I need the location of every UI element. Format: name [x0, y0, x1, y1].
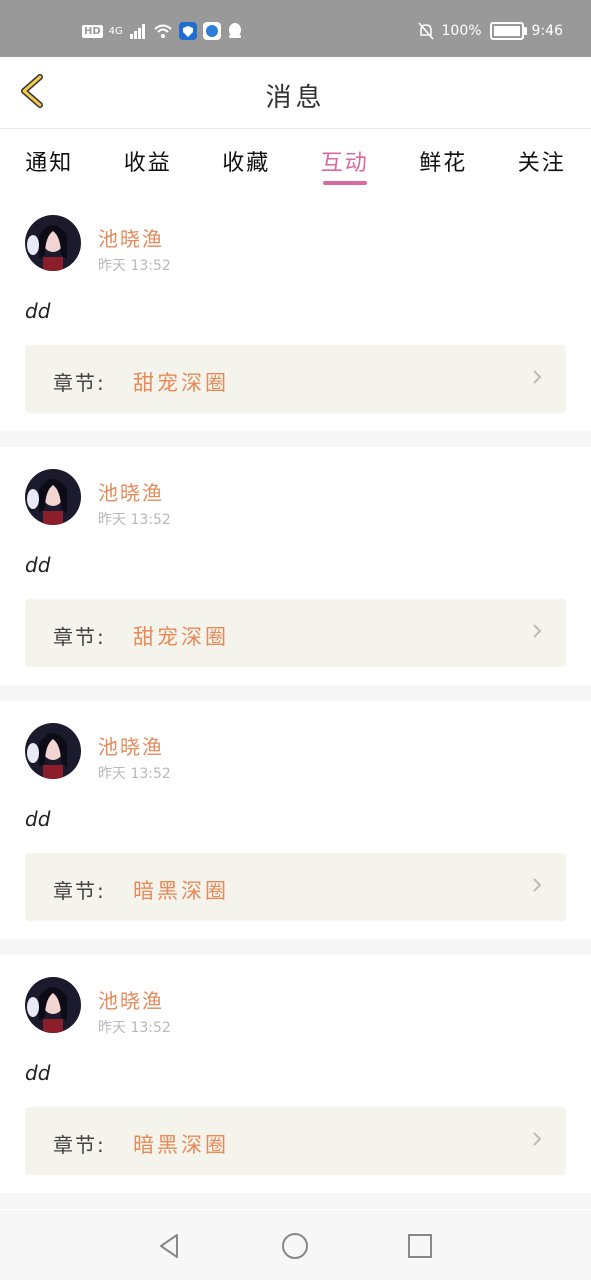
- status-bar: HD 4G 100% 9:46: [0, 0, 591, 57]
- tab-follow[interactable]: 关注: [493, 129, 591, 193]
- status-icons-right: 100% 9:46: [417, 22, 563, 40]
- top-header: 消息: [0, 57, 591, 129]
- avatar[interactable]: [25, 723, 81, 779]
- message-list: 池晓渔 昨天 13:52 dd 章节: 甜宠深圈 池晓渔 昨天 13:52 dd: [0, 193, 591, 1209]
- chapter-link[interactable]: 章节: 暗黑深圈: [25, 1107, 566, 1175]
- timestamp: 昨天 13:52: [98, 766, 171, 782]
- chevron-right-icon: [533, 624, 542, 638]
- message-text: dd: [25, 807, 51, 831]
- chevron-right-icon: [533, 1132, 542, 1146]
- tab-notify[interactable]: 通知: [0, 129, 99, 193]
- message-card: 池晓渔 昨天 13:52 dd 章节: 甜宠深圈: [0, 193, 591, 431]
- chapter-title: 甜宠深圈: [133, 371, 229, 395]
- card-separator: [0, 1193, 591, 1209]
- card-separator: [0, 939, 591, 955]
- timestamp: 昨天 13:52: [98, 258, 171, 274]
- timestamp: 昨天 13:52: [98, 1020, 171, 1036]
- chapter-label: 章节:: [53, 371, 106, 395]
- card-separator: [0, 431, 591, 447]
- nav-recents-icon[interactable]: [406, 1232, 434, 1260]
- tab-earnings[interactable]: 收益: [99, 129, 198, 193]
- clock: 9:46: [531, 23, 563, 39]
- chapter-link[interactable]: 章节: 甜宠深圈: [25, 345, 566, 413]
- chapter-label: 章节:: [53, 625, 106, 649]
- tab-favorites[interactable]: 收藏: [197, 129, 296, 193]
- message-text: dd: [25, 553, 51, 577]
- username[interactable]: 池晓渔: [98, 223, 164, 252]
- chapter-title: 甜宠深圈: [133, 625, 229, 649]
- message-text: dd: [25, 299, 51, 323]
- signal-icon: [129, 24, 145, 39]
- message-card: 池晓渔 昨天 13:52 dd 章节: 暗黑深圈: [0, 955, 591, 1193]
- hd-badge: HD: [82, 24, 103, 38]
- system-nav-bar: [0, 1210, 591, 1280]
- chapter-label: 章节:: [53, 1133, 106, 1157]
- message-text: dd: [25, 1061, 51, 1085]
- battery-percent: 100%: [441, 23, 482, 39]
- chapter-link[interactable]: 章节: 甜宠深圈: [25, 599, 566, 667]
- network-type: 4G: [108, 25, 123, 37]
- chapter-title: 暗黑深圈: [133, 879, 229, 903]
- timestamp: 昨天 13:52: [98, 512, 171, 528]
- chapter-label: 章节:: [53, 879, 106, 903]
- message-card: 池晓渔 昨天 13:52 dd 章节: 甜宠深圈: [0, 447, 591, 685]
- wifi-icon: [154, 24, 172, 38]
- username[interactable]: 池晓渔: [98, 985, 164, 1014]
- card-separator: [0, 685, 591, 701]
- compass-app-icon: [202, 22, 221, 40]
- chapter-link[interactable]: 章节: 暗黑深圈: [25, 853, 566, 921]
- username[interactable]: 池晓渔: [98, 731, 164, 760]
- nav-home-icon[interactable]: [281, 1232, 309, 1260]
- shield-app-icon: [178, 22, 197, 40]
- tab-flowers[interactable]: 鲜花: [394, 129, 493, 193]
- avatar[interactable]: [25, 215, 81, 271]
- qq-icon: [228, 23, 241, 38]
- tab-bar: 通知 收益 收藏 互动 鲜花 关注: [0, 129, 591, 193]
- tab-interaction[interactable]: 互动: [296, 129, 395, 193]
- avatar[interactable]: [25, 977, 81, 1033]
- mute-bell-icon: [417, 22, 434, 40]
- nav-back-icon[interactable]: [155, 1232, 183, 1260]
- avatar[interactable]: [25, 469, 81, 525]
- chapter-title: 暗黑深圈: [133, 1133, 229, 1157]
- username[interactable]: 池晓渔: [98, 477, 164, 506]
- chevron-right-icon: [533, 878, 542, 892]
- battery-icon: [489, 22, 527, 40]
- page-title: 消息: [265, 83, 326, 113]
- message-card: 池晓渔 昨天 13:52 dd 章节: 暗黑深圈: [0, 701, 591, 939]
- chevron-right-icon: [533, 370, 542, 384]
- status-icons-left: HD 4G: [82, 22, 243, 40]
